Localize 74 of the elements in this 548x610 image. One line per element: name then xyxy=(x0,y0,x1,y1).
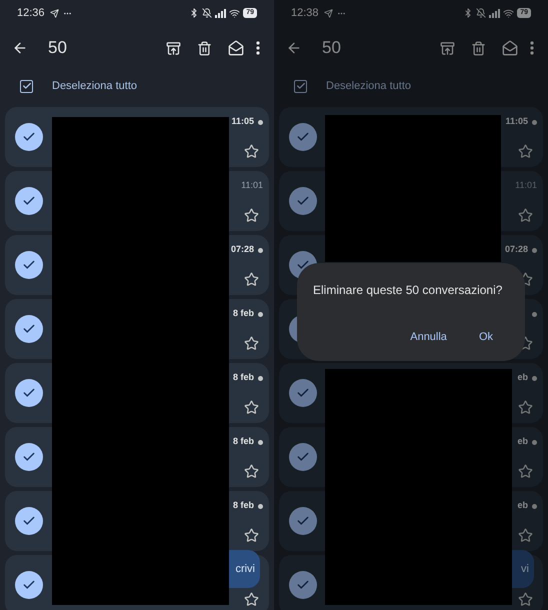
mark-read-button[interactable] xyxy=(502,40,518,56)
signal-icon xyxy=(489,8,500,18)
bluetooth-icon xyxy=(189,8,200,18)
select-all-checkbox[interactable] xyxy=(294,80,307,92)
selected-check-icon[interactable] xyxy=(15,315,43,343)
more-button[interactable] xyxy=(256,41,260,55)
mute-icon xyxy=(476,8,486,18)
star-icon[interactable] xyxy=(518,592,533,607)
selected-check-icon[interactable] xyxy=(15,571,43,599)
selected-check-icon[interactable] xyxy=(289,507,317,535)
telegram-icon xyxy=(50,8,59,18)
status-time: 12:36 xyxy=(17,6,45,21)
status-time: 12:38 xyxy=(291,6,319,21)
select-all-checkbox[interactable] xyxy=(20,80,33,92)
mute-icon xyxy=(202,8,212,18)
message-time: 8 feb xyxy=(232,499,254,512)
dialog-button[interactable]: Annulla xyxy=(410,329,447,346)
star-icon[interactable] xyxy=(244,336,259,351)
more-button[interactable] xyxy=(530,41,534,55)
message-time: 07:28 xyxy=(504,243,528,256)
back-button[interactable] xyxy=(12,40,28,56)
selected-check-icon[interactable] xyxy=(289,571,317,599)
select-all-label[interactable]: Deseleziona tutto xyxy=(52,78,137,94)
message-time: 8 feb xyxy=(232,435,254,448)
star-icon[interactable] xyxy=(244,592,259,607)
message-time: 8 feb xyxy=(232,371,254,384)
mark-read-button[interactable] xyxy=(228,40,244,56)
select-all-label[interactable]: Deseleziona tutto xyxy=(326,78,411,94)
dialog-button[interactable]: Ok xyxy=(478,329,493,346)
selected-check-icon[interactable] xyxy=(15,123,43,151)
message-time: 11:01 xyxy=(241,179,263,192)
selected-check-icon[interactable] xyxy=(289,187,317,215)
star-icon[interactable] xyxy=(518,528,533,543)
wifi-icon xyxy=(229,8,240,18)
star-icon[interactable] xyxy=(244,464,259,479)
message-time: 11:01 xyxy=(515,179,537,192)
selected-check-icon[interactable] xyxy=(15,187,43,215)
delete-button[interactable] xyxy=(471,40,486,56)
star-icon[interactable] xyxy=(244,208,259,223)
star-icon[interactable] xyxy=(518,208,533,223)
selection-count: 50 xyxy=(48,37,67,60)
star-icon[interactable] xyxy=(244,528,259,543)
star-icon[interactable] xyxy=(244,272,259,287)
bluetooth-icon xyxy=(463,8,474,18)
delete-button[interactable] xyxy=(197,40,212,56)
message-time: 11:05 xyxy=(231,115,254,128)
signal-icon xyxy=(215,8,226,18)
selection-count: 50 xyxy=(322,37,341,60)
compose-button[interactable]: crivi xyxy=(229,550,260,588)
message-time: eb xyxy=(517,499,528,512)
selected-check-icon[interactable] xyxy=(15,443,43,471)
selected-check-icon[interactable] xyxy=(15,251,43,279)
selected-check-icon[interactable] xyxy=(289,443,317,471)
message-time: eb xyxy=(517,435,528,448)
star-icon[interactable] xyxy=(518,400,533,415)
selected-check-icon[interactable] xyxy=(289,379,317,407)
star-icon[interactable] xyxy=(518,144,533,159)
archive-button[interactable] xyxy=(440,40,455,56)
wifi-icon xyxy=(503,8,514,18)
back-button[interactable] xyxy=(286,40,302,56)
selected-check-icon[interactable] xyxy=(15,507,43,535)
message-time: eb xyxy=(517,371,528,384)
archive-button[interactable] xyxy=(166,40,181,56)
selected-check-icon[interactable] xyxy=(15,379,43,407)
selected-check-icon[interactable] xyxy=(289,123,317,151)
star-icon[interactable] xyxy=(518,464,533,479)
star-icon[interactable] xyxy=(244,400,259,415)
star-icon[interactable] xyxy=(244,144,259,159)
message-time: 07:28 xyxy=(230,243,254,256)
telegram-icon xyxy=(324,8,333,18)
message-time: 8 feb xyxy=(232,307,254,320)
dialog-message: Eliminare queste 50 conversazioni? xyxy=(313,282,504,299)
compose-button[interactable]: vi xyxy=(512,550,534,588)
message-time: 11:05 xyxy=(505,115,528,128)
